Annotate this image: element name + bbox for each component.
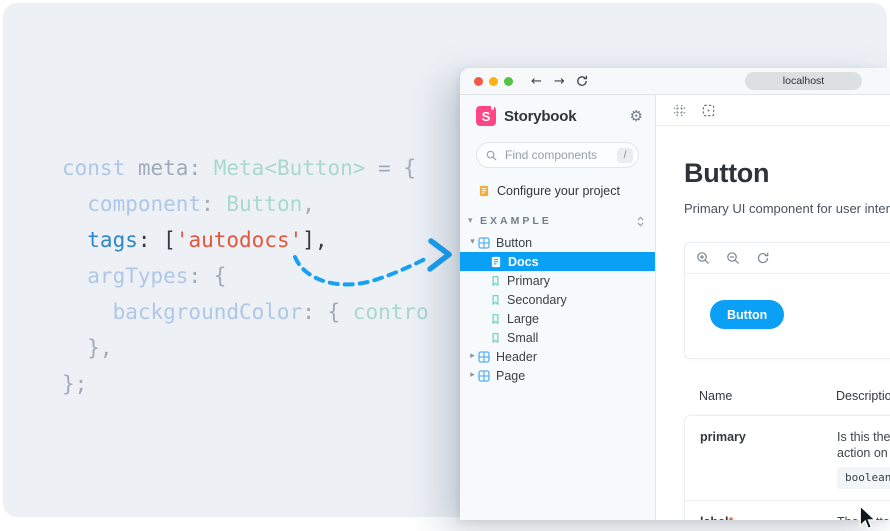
page-subtitle: Primary UI component for user interactio… — [684, 201, 890, 216]
sidebar-item-secondary[interactable]: Secondary — [460, 290, 655, 309]
gear-icon[interactable]: ⚙ — [630, 109, 643, 124]
arg-description: Is this the praction on thiboolean — [837, 429, 890, 489]
minimize-window-button[interactable] — [489, 77, 498, 86]
story-bookmark-icon — [490, 294, 501, 306]
docs-page: Button Primary UI component for user int… — [656, 126, 890, 520]
sidebar-item-label: Page — [496, 369, 525, 383]
zoom-window-button[interactable] — [504, 77, 513, 86]
sidebar-section-example[interactable]: ▾ EXAMPLE — [468, 213, 645, 229]
storybook-logo-icon: S — [476, 106, 496, 126]
sidebar-item-page[interactable]: ▸ Page — [460, 366, 655, 385]
address-bar[interactable]: localhost — [745, 72, 862, 90]
brand-title: Storybook — [504, 108, 576, 125]
arg-name: primary — [700, 430, 746, 444]
mouse-cursor-icon — [857, 505, 883, 531]
document-icon — [490, 256, 502, 268]
close-window-button[interactable] — [474, 77, 483, 86]
story-preview-card: Button — [684, 242, 890, 359]
browser-titlebar: ← → localhost — [460, 68, 890, 95]
search-box[interactable]: / — [476, 142, 639, 168]
component-icon — [478, 237, 490, 249]
zoom-in-icon[interactable] — [696, 251, 710, 265]
sidebar-item-label: Primary — [507, 274, 550, 288]
chevron-right-icon: ▸ — [467, 371, 478, 380]
story-bookmark-icon — [490, 275, 501, 287]
sidebar-item-label: Header — [496, 350, 537, 364]
sidebar-item-large[interactable]: Large — [460, 309, 655, 328]
sidebar-item-label: Configure your project — [497, 184, 620, 198]
forward-icon[interactable]: → — [554, 75, 565, 88]
sidebar-item-header[interactable]: ▸ Header — [460, 347, 655, 366]
arg-type-badge: boolean — [837, 467, 890, 489]
sidebar-item-label: Button — [496, 236, 532, 250]
column-header-description: Description — [836, 389, 890, 403]
sidebar-item-label: Large — [507, 312, 539, 326]
outline-toggle-icon[interactable] — [702, 104, 715, 117]
expand-collapse-icon[interactable] — [636, 215, 645, 228]
args-table: Name Description primary Is this the prac… — [684, 389, 890, 520]
section-label: EXAMPLE — [480, 215, 552, 227]
back-icon[interactable]: ← — [531, 75, 542, 88]
code-snippet: const meta: Meta<Button> = { component: … — [62, 150, 429, 402]
args-table-header: Name Description — [684, 389, 890, 409]
page-title: Button — [684, 158, 890, 189]
browser-window: ← → localhost S Storybook ⚙ / — [460, 68, 890, 520]
sidebar-item-docs[interactable]: Docs — [460, 252, 655, 271]
chevron-down-icon: ▾ — [468, 217, 480, 226]
canvas-toolbar — [656, 95, 890, 126]
arg-name: label* — [700, 515, 733, 520]
sidebar-item-button[interactable]: ▾ Button — [460, 233, 655, 252]
sidebar-item-small[interactable]: Small — [460, 328, 655, 347]
reload-icon[interactable] — [576, 75, 588, 87]
preview-toolbar — [685, 243, 890, 274]
story-bookmark-icon — [490, 332, 501, 344]
chevron-down-icon: ▾ — [467, 238, 478, 247]
table-row-primary: primary Is this the praction on thiboolea… — [685, 416, 890, 501]
chevron-right-icon: ▸ — [467, 352, 478, 361]
shortcut-badge: / — [617, 148, 633, 163]
zoom-out-icon[interactable] — [726, 251, 740, 265]
required-asterisk: * — [729, 515, 734, 520]
preview-pane: Button Primary UI component for user int… — [656, 95, 890, 520]
document-icon — [478, 185, 490, 197]
story-canvas: Button — [685, 274, 890, 358]
sidebar-header: S Storybook ⚙ — [476, 105, 643, 127]
story-bookmark-icon — [490, 313, 501, 325]
sidebar-item-primary[interactable]: Primary — [460, 271, 655, 290]
example-button[interactable]: Button — [710, 300, 784, 329]
component-icon — [478, 351, 490, 363]
search-input[interactable] — [503, 147, 617, 163]
storybook-sidebar: S Storybook ⚙ / Configure y — [460, 95, 656, 520]
sidebar-item-label: Small — [507, 331, 538, 345]
sidebar-tree: ▾ Button Docs Primary Secondary Large Sm… — [460, 233, 655, 385]
sidebar-item-label: Secondary — [507, 293, 567, 307]
sidebar-item-label: Docs — [508, 255, 539, 269]
sidebar-item-configure-project[interactable]: Configure your project — [478, 183, 620, 199]
column-header-name: Name — [699, 389, 732, 403]
grid-toggle-icon[interactable] — [673, 104, 686, 117]
zoom-reset-icon[interactable] — [756, 251, 770, 265]
search-icon — [486, 150, 497, 161]
component-icon — [478, 370, 490, 382]
